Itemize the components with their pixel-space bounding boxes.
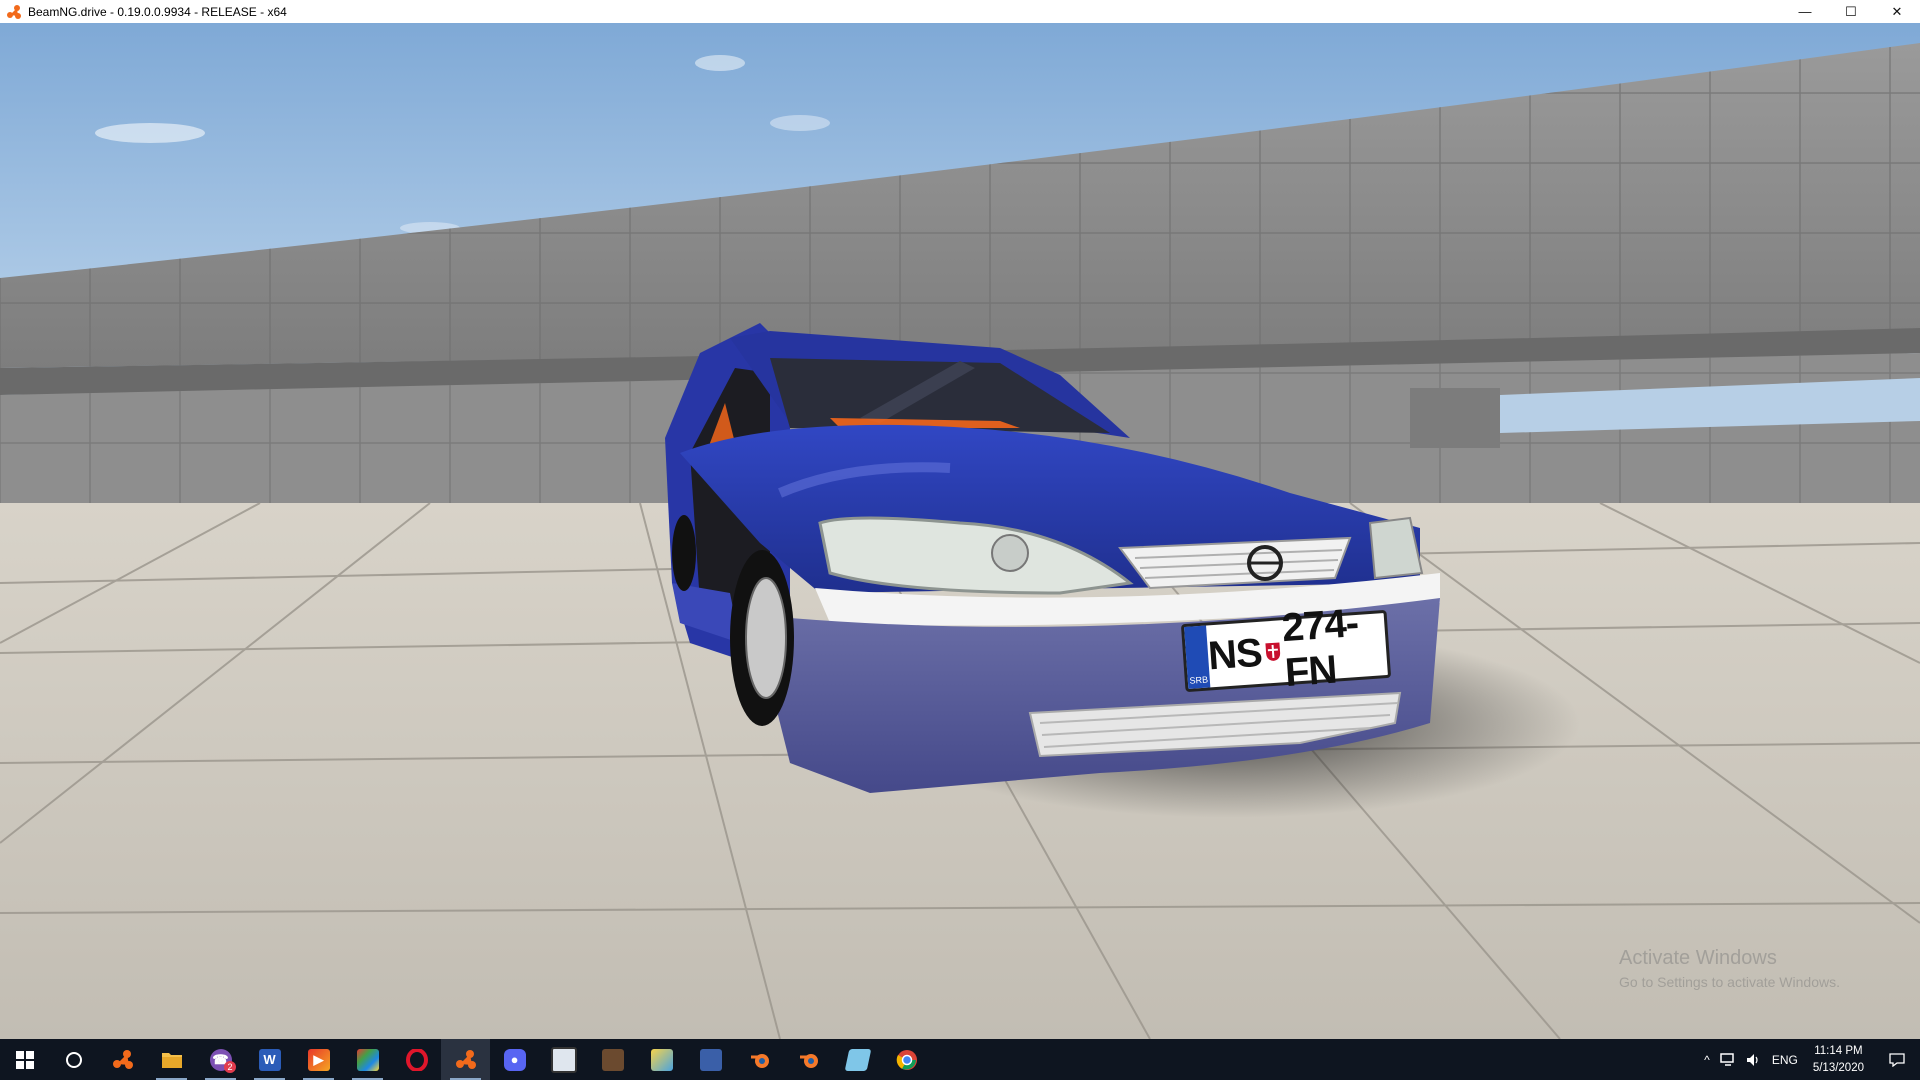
chrome-icon xyxy=(896,1049,917,1070)
app-beamng-launcher[interactable] xyxy=(98,1039,147,1080)
app-window[interactable] xyxy=(539,1039,588,1080)
plate-emblem xyxy=(1264,641,1281,662)
beamng-logo-icon xyxy=(112,1049,133,1069)
minimize-button[interactable]: — xyxy=(1782,0,1828,23)
license-plate: SRB NS 274-FN xyxy=(1180,601,1392,695)
plate-city-code: NS xyxy=(1206,630,1264,678)
opera-icon xyxy=(405,1048,428,1071)
app-opera[interactable] xyxy=(392,1039,441,1080)
folder-icon xyxy=(161,1052,182,1068)
photos-icon xyxy=(650,1048,673,1071)
app-file-explorer[interactable] xyxy=(147,1039,196,1080)
windows-taskbar: ☎ 2 W ▶ ● ^ ENG 11:14 PM 5/13/2020 xyxy=(0,1039,1920,1080)
game-viewport[interactable]: SRB NS 274-FN Activate Windows Go to Set… xyxy=(0,23,1920,1039)
system-tray: ^ ENG 11:14 PM 5/13/2020 xyxy=(1699,1039,1920,1080)
volume-icon[interactable] xyxy=(1741,1039,1767,1080)
notification-icon xyxy=(1889,1052,1905,1067)
app-chrome[interactable] xyxy=(882,1039,931,1080)
watermark-subtitle: Go to Settings to activate Windows. xyxy=(1619,974,1840,990)
app-game[interactable] xyxy=(588,1039,637,1080)
start-button[interactable] xyxy=(0,1039,49,1080)
clock-date: 5/13/2020 xyxy=(1812,1061,1864,1074)
blender-icon xyxy=(799,1053,818,1068)
clock-time: 11:14 PM xyxy=(1814,1044,1863,1057)
window-title: BeamNG.drive - 0.19.0.0.9934 - RELEASE -… xyxy=(28,4,287,19)
game-app-icon xyxy=(601,1048,624,1071)
app-blender-2[interactable] xyxy=(784,1039,833,1080)
activate-windows-watermark: Activate Windows Go to Settings to activ… xyxy=(1619,947,1840,990)
windows-logo-icon xyxy=(15,1050,34,1069)
serbia-crest-icon xyxy=(1265,642,1280,661)
viber-notification-badge: 2 xyxy=(224,1061,236,1073)
window-titlebar[interactable]: BeamNG.drive - 0.19.0.0.9934 - RELEASE -… xyxy=(0,0,1920,23)
app-word[interactable]: W xyxy=(245,1039,294,1080)
app-tool[interactable] xyxy=(686,1039,735,1080)
window-app-icon xyxy=(550,1046,577,1073)
tool-app-icon xyxy=(699,1048,722,1071)
word-icon: W xyxy=(258,1048,281,1071)
media-app-icon: ▶ xyxy=(307,1048,330,1071)
app-notepad[interactable] xyxy=(833,1039,882,1080)
app-viber[interactable]: ☎ 2 xyxy=(196,1039,245,1080)
beamng-logo-icon xyxy=(455,1049,476,1069)
app-media[interactable]: ▶ xyxy=(294,1039,343,1080)
language-indicator[interactable]: ENG xyxy=(1767,1039,1803,1080)
colorful-app-icon xyxy=(356,1048,379,1071)
maximize-button[interactable]: ☐ xyxy=(1828,0,1874,23)
app-beamng[interactable] xyxy=(441,1039,490,1080)
watermark-title: Activate Windows xyxy=(1619,947,1777,969)
app-blender-1[interactable] xyxy=(735,1039,784,1080)
plate-country-code: SRB xyxy=(1189,674,1209,686)
app-colorful[interactable] xyxy=(343,1039,392,1080)
close-button[interactable]: ✕ xyxy=(1874,0,1920,23)
discord-icon: ● xyxy=(503,1048,526,1071)
notepad-icon xyxy=(844,1048,871,1071)
action-center-button[interactable] xyxy=(1874,1039,1920,1080)
clock[interactable]: 11:14 PM 5/13/2020 xyxy=(1803,1043,1874,1077)
app-discord[interactable]: ● xyxy=(490,1039,539,1080)
show-hidden-icons-button[interactable]: ^ xyxy=(1699,1039,1715,1080)
beamng-logo-icon xyxy=(7,4,21,19)
cortana-circle-icon xyxy=(65,1051,82,1068)
plate-number: 274-FN xyxy=(1280,600,1360,696)
cortana-button[interactable] xyxy=(49,1039,98,1080)
app-photos[interactable] xyxy=(637,1039,686,1080)
game-scene xyxy=(0,23,1920,1039)
blender-icon xyxy=(750,1053,769,1068)
network-icon[interactable] xyxy=(1715,1039,1741,1080)
